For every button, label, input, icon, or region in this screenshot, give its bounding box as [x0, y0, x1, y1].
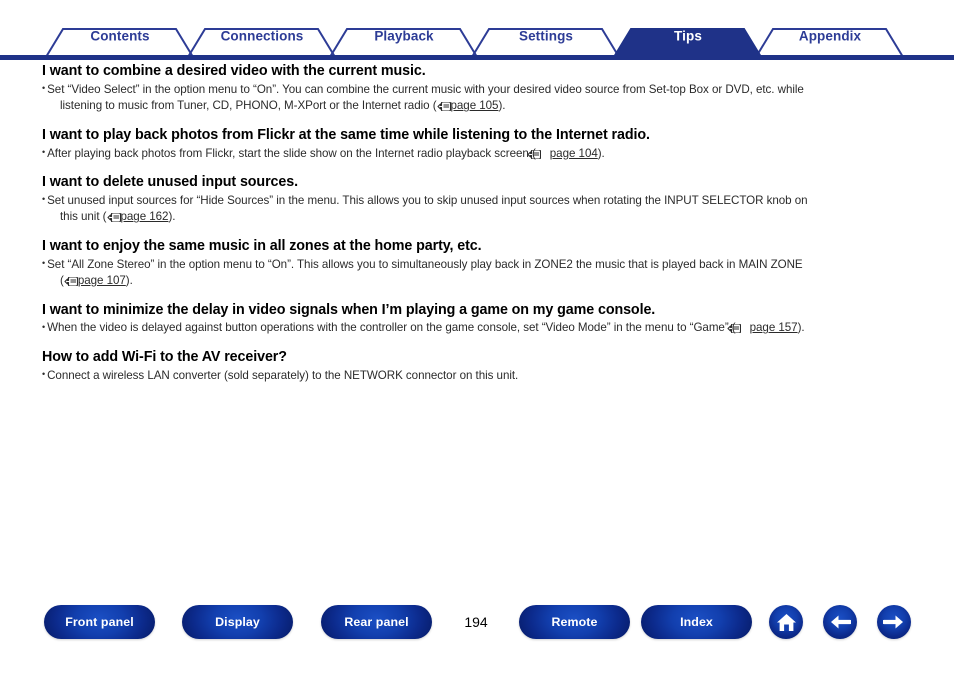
tip-heading: I want to enjoy the same music in all zo…: [42, 237, 482, 254]
tip-section: I want to minimize the delay in video si…: [42, 301, 914, 337]
tip-text-line2-pre: listening to music from Tuner, CD, PHONO…: [60, 99, 437, 113]
front-panel-button[interactable]: Front panel: [44, 605, 155, 639]
tip-text-line1: Set “Video Select” in the option menu to…: [47, 82, 804, 96]
tip-text-line1: Set unused input sources for “Hide Sourc…: [47, 193, 808, 207]
page-reference-text[interactable]: page 162: [121, 210, 169, 223]
tab-contents[interactable]: Contents: [46, 29, 194, 43]
tip-body: • Set “Video Select” in the option menu t…: [42, 82, 914, 115]
pointing-hand-icon: [436, 100, 451, 112]
tip-heading: I want to delete unused input sources.: [42, 174, 298, 191]
page-number: 194: [464, 614, 488, 630]
tip-text-line1: Set “All Zone Stereo” in the option menu…: [47, 257, 803, 271]
tip-heading: I want to combine a desired video with t…: [42, 63, 426, 79]
page-reference-link[interactable]: page 157: [727, 321, 798, 335]
page-reference-text[interactable]: page 104: [550, 147, 598, 160]
tip-heading: How to add Wi-Fi to the AV receiver?: [42, 348, 287, 365]
tip-section: I want to delete unused input sources. •…: [42, 173, 914, 226]
pointing-hand-icon: [527, 148, 550, 160]
tip-section: How to add Wi-Fi to the AV receiver? • Co…: [42, 348, 914, 384]
page-reference-link[interactable]: page 104: [527, 147, 598, 160]
tip-body: • Connect a wireless LAN converter (sold …: [42, 368, 914, 384]
tip-section: I want to play back photos from Flickr a…: [42, 126, 914, 162]
page-reference-text[interactable]: page 105: [451, 99, 499, 112]
tab-bar: Contents Connections Playback Settings T…: [0, 0, 954, 62]
tip-text-line2: this unit ( page 162).: [51, 209, 914, 225]
page-reference-link[interactable]: page 105: [436, 99, 499, 112]
tip-body: • After playing back photos from Flickr, …: [42, 146, 914, 162]
tip-section: I want to enjoy the same music in all zo…: [42, 237, 914, 290]
tip-text-line2-post: ).: [797, 321, 805, 335]
rear-panel-button[interactable]: Rear panel: [321, 605, 432, 639]
arrow-right-icon: [883, 614, 905, 630]
tip-text-line2-post: ).: [597, 146, 605, 160]
page-reference-link[interactable]: page 107: [64, 274, 126, 287]
index-button[interactable]: Index: [641, 605, 752, 639]
back-button[interactable]: [823, 605, 857, 639]
pointing-hand-icon: [727, 322, 750, 335]
tip-body: • Set “All Zone Stereo” in the option men…: [42, 257, 914, 290]
home-button[interactable]: [769, 605, 803, 639]
tip-text-line1: After playing back photos from Flickr, s…: [47, 146, 536, 160]
tab-settings[interactable]: Settings: [472, 29, 620, 43]
tip-heading: I want to play back photos from Flickr a…: [42, 126, 650, 143]
tip-text-line1: When the video is delayed against button…: [47, 321, 736, 335]
tip-text-line1: Connect a wireless LAN converter (sold s…: [47, 368, 519, 382]
tip-text-line2-post: ).: [168, 210, 176, 224]
page-reference-text[interactable]: page 107: [78, 274, 126, 287]
forward-button[interactable]: [877, 605, 911, 639]
tip-body: • Set unused input sources for “Hide Sour…: [42, 193, 914, 226]
tip-section: I want to combine a desired video with t…: [42, 62, 914, 115]
remote-button[interactable]: Remote: [519, 605, 630, 639]
page-reference-text[interactable]: page 157: [750, 321, 798, 334]
pointing-hand-icon: [106, 211, 121, 223]
tab-tips[interactable]: Tips: [614, 29, 762, 43]
tab-appendix[interactable]: Appendix: [756, 29, 904, 43]
tip-text-line2-pre: this unit (: [60, 210, 107, 224]
home-icon: [776, 613, 797, 632]
tip-text-line2-post: ).: [498, 99, 506, 113]
display-button[interactable]: Display: [182, 605, 293, 639]
footer-nav: Front panel Display Rear panel 194 Remot…: [0, 605, 954, 651]
tab-connections[interactable]: Connections: [188, 29, 336, 43]
page-reference-link[interactable]: page 162: [106, 210, 169, 223]
tips-content: I want to combine a desired video with t…: [42, 62, 914, 395]
tip-text-line2: (page 107).: [51, 273, 914, 289]
pointing-hand-icon: [64, 275, 78, 287]
tip-body: • When the video is delayed against butto…: [42, 320, 914, 336]
tab-playback[interactable]: Playback: [330, 29, 478, 43]
tip-text-line2: listening to music from Tuner, CD, PHONO…: [51, 98, 914, 114]
tip-heading: I want to minimize the delay in video si…: [42, 301, 656, 318]
tip-text-line2-post: ).: [125, 274, 133, 288]
tab-bottom-rule: [0, 55, 954, 60]
arrow-left-icon: [829, 614, 851, 630]
